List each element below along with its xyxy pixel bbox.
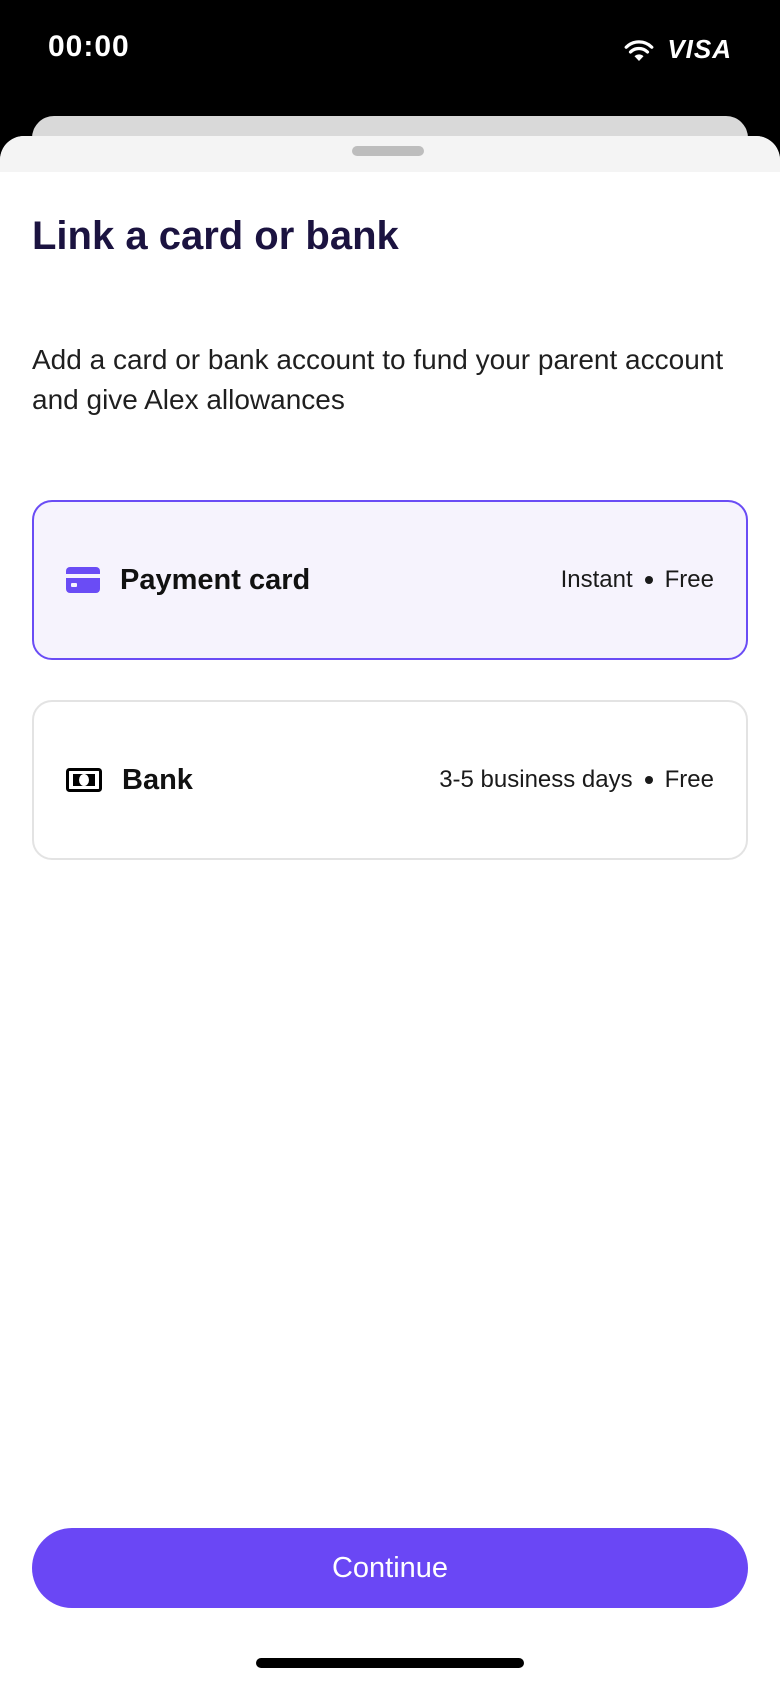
page-title: Link a card or bank — [32, 214, 399, 258]
banknote-icon — [66, 768, 102, 792]
sheet-header[interactable] — [0, 136, 780, 172]
separator-dot — [644, 776, 653, 784]
option-fee: Free — [664, 766, 714, 793]
credit-card-icon — [66, 567, 100, 593]
option-bank[interactable]: Bank 3-5 business days Free — [32, 700, 748, 860]
separator-dot — [644, 576, 653, 584]
option-speed: 3-5 business days — [439, 766, 633, 793]
option-fee: Free — [664, 566, 714, 593]
option-label: Payment card — [120, 563, 311, 596]
continue-button[interactable]: Continue — [32, 1528, 748, 1608]
carrier-label: VISA — [667, 34, 732, 64]
page-description: Add a card or bank account to fund your … — [32, 344, 724, 415]
sheet-grabber-handle[interactable] — [352, 146, 424, 156]
home-indicator — [256, 1658, 524, 1668]
option-payment-card[interactable]: Payment card Instant Free — [32, 500, 748, 660]
status-indicators: VISA — [623, 34, 732, 65]
status-bar: 00:00 VISA — [0, 0, 780, 130]
wifi-icon — [624, 39, 654, 61]
option-label: Bank — [122, 763, 193, 796]
option-meta: 3-5 business days Free — [439, 766, 714, 794]
status-time: 00:00 — [48, 30, 130, 63]
option-meta: Instant Free — [561, 566, 714, 594]
link-account-sheet: Link a card or bank Add a card or bank a… — [0, 136, 780, 1688]
option-speed: Instant — [560, 566, 633, 593]
